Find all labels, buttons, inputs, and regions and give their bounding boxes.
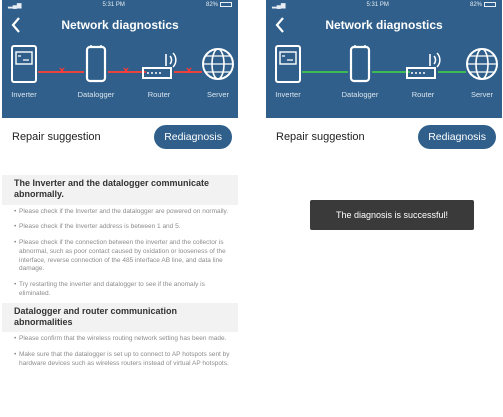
suggestion-item: • Try restarting the inverter and datalog… <box>2 278 238 303</box>
signal-icon: ▂▄▆ <box>272 2 286 9</box>
back-button[interactable] <box>272 16 288 34</box>
repair-suggestions: The Inverter and the datalogger communic… <box>2 175 238 372</box>
device-label: Router <box>411 90 435 99</box>
datalogger-icon <box>349 45 371 83</box>
battery-icon <box>484 1 496 7</box>
repair-row: Repair suggestion Rediagnosis <box>266 118 502 155</box>
battery-icon <box>220 1 232 7</box>
device-label: Router <box>147 90 171 99</box>
section-heading: The Inverter and the datalogger communic… <box>2 175 238 205</box>
status-bar: ▂▄▆ 5:31 PM 82% <box>266 0 502 10</box>
router-icon <box>142 52 177 79</box>
device-router: Router <box>129 44 189 99</box>
suggestion-text: Please check if the connection between t… <box>19 239 226 273</box>
header: ▂▄▆ 5:31 PM 82% Network diagnostics × × … <box>2 0 238 118</box>
status-bar: ▂▄▆ 5:31 PM 82% <box>2 0 238 10</box>
device-chain: Inverter Datalogger Router Server <box>266 44 502 118</box>
suggestion-text: Try restarting the inverter and datalogg… <box>19 281 205 297</box>
nav-bar: Network diagnostics <box>266 10 502 40</box>
device-label: Server <box>470 90 494 99</box>
suggestion-text: Please confirm that the wireless routing… <box>19 335 227 343</box>
repair-suggestion-label: Repair suggestion <box>276 130 365 143</box>
signal-icon: ▂▄▆ <box>8 2 22 9</box>
suggestion-text: Please check if the Inverter and the dat… <box>19 207 229 215</box>
device-router: Router <box>393 44 453 99</box>
chevron-left-icon <box>11 17 20 33</box>
page-title: Network diagnostics <box>61 18 179 32</box>
device-datalogger: Datalogger <box>66 44 126 99</box>
rediagnosis-button[interactable]: Rediagnosis <box>154 124 232 149</box>
globe-icon <box>202 48 234 80</box>
status-time: 5:31 PM <box>366 2 389 8</box>
header: ▂▄▆ 5:31 PM 82% Network diagnostics Inve… <box>266 0 502 118</box>
back-button[interactable] <box>8 16 24 34</box>
device-label: Inverter <box>11 90 37 99</box>
device-inverter: Inverter <box>2 44 54 99</box>
status-time: 5:31 PM <box>102 2 125 8</box>
repair-suggestion-label: Repair suggestion <box>12 130 101 143</box>
suggestion-item: • Please check if the Inverter and the da… <box>2 205 238 221</box>
globe-icon <box>466 48 498 80</box>
repair-row: Repair suggestion Rediagnosis <box>2 118 238 155</box>
nav-bar: Network diagnostics <box>2 10 238 40</box>
diagnostics-screen-success: ▂▄▆ 5:31 PM 82% Network diagnostics Inve… <box>266 0 502 417</box>
page-title: Network diagnostics <box>325 18 443 32</box>
router-icon <box>406 52 441 79</box>
device-datalogger: Datalogger <box>330 44 390 99</box>
diagnostics-screen-failed: ▂▄▆ 5:31 PM 82% Network diagnostics × × … <box>2 0 238 417</box>
suggestion-text: Make sure that the datalogger is set up … <box>19 350 230 367</box>
success-toast: The diagnosis is successful! <box>310 200 474 230</box>
section-heading: Datalogger and router communication abno… <box>2 302 238 333</box>
suggestion-item: • Make sure that the datalogger is set up… <box>2 348 238 373</box>
status-battery: 82% <box>205 2 218 9</box>
device-server: Server <box>188 44 238 99</box>
inverter-icon <box>11 45 37 83</box>
inverter-icon <box>275 45 301 83</box>
status-battery: 82% <box>469 2 482 9</box>
device-label: Server <box>206 90 230 99</box>
device-inverter: Inverter <box>266 44 318 99</box>
rediagnosis-button[interactable]: Rediagnosis <box>418 124 496 149</box>
device-label: Inverter <box>275 90 301 99</box>
device-label: Datalogger <box>77 90 115 99</box>
suggestion-text: Please check if the Inverter address is … <box>19 223 181 231</box>
suggestion-item: • Please confirm that the wireless routin… <box>2 332 238 348</box>
device-chain: × × × Inverter Datalogger Router Server <box>2 44 238 118</box>
datalogger-icon <box>85 45 107 83</box>
chevron-left-icon <box>275 17 284 33</box>
device-label: Datalogger <box>341 90 379 99</box>
device-server: Server <box>452 44 502 99</box>
suggestion-item: • Please check if the connection between … <box>2 236 238 278</box>
suggestion-item: • Please check if the Inverter address is… <box>2 220 238 236</box>
